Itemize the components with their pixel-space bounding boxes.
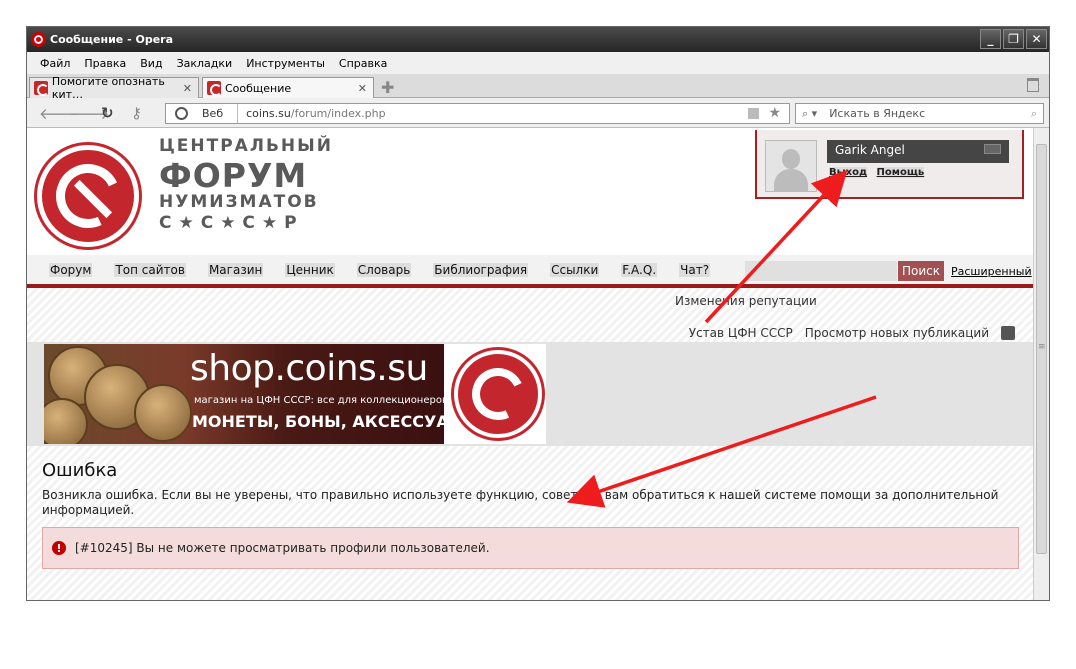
banner-headline: МОНЕТЫ, БОНЫ, АКСЕССУАРЫ (192, 412, 478, 431)
key-icon[interactable]: ⚷ (131, 104, 142, 122)
menu-file[interactable]: Файл (33, 57, 77, 70)
menu-edit[interactable]: Правка (77, 57, 133, 70)
search-engine-icon[interactable]: ⌕ ▾ (802, 107, 817, 121)
user-panel: Garik Angel Выход Помощь (755, 130, 1024, 199)
tab-bar: Помогите опознать кит… ✕ Сообщение ✕ ✚ (27, 74, 1049, 101)
menu-view[interactable]: Вид (133, 57, 169, 70)
nav-chat[interactable]: Чат? (679, 262, 711, 277)
hammer-sickle-logo-icon[interactable] (37, 145, 139, 247)
site-search-button[interactable]: Поиск (898, 261, 944, 281)
nav-links[interactable]: Ссылки (550, 262, 600, 277)
window-title: Сообщение - Opera (50, 33, 174, 46)
username: Garik Angel (835, 143, 905, 157)
tab-message[interactable]: Сообщение ✕ (202, 77, 374, 98)
search-input[interactable]: ⌕ ▾ Искать в Яндекс ⌕ (795, 103, 1044, 124)
user-menu[interactable]: Garik Angel (827, 140, 1009, 163)
site-search-input[interactable] (745, 261, 897, 281)
address-url[interactable]: coins.su/forum/index.php (246, 107, 386, 120)
nav-bibliography[interactable]: Библиография (433, 262, 529, 277)
logout-link[interactable]: Выход (829, 167, 868, 178)
site-nav: Форум Топ сайтов Магазин Ценник Словарь … (27, 255, 1035, 288)
nav-forum[interactable]: Форум (49, 262, 93, 277)
scrollbar[interactable]: ≡ (1033, 128, 1049, 600)
new-posts-link[interactable]: Просмотр новых публикаций (805, 326, 989, 340)
url-host: coins.su (246, 107, 291, 120)
top-links: Устав ЦФН СССР Просмотр новых публикаций (689, 326, 1015, 340)
nav-dictionary[interactable]: Словарь (356, 262, 412, 277)
search-placeholder: Искать в Яндекс (829, 107, 926, 120)
charter-link[interactable]: Устав ЦФН СССР (689, 326, 793, 340)
brand-line3: НУМИЗМАТОВ (159, 192, 319, 212)
tab-coins-question[interactable]: Помогите опознать кит… ✕ (29, 75, 199, 101)
help-link[interactable]: Помощь (876, 167, 925, 178)
search-icon[interactable]: ⌕ (1031, 107, 1037, 121)
rss-icon[interactable] (1001, 326, 1015, 340)
nav-faq[interactable]: F.A.Q. (621, 262, 658, 277)
new-tab-icon[interactable]: ✚ (381, 78, 394, 97)
menu-bookmarks[interactable]: Закладки (170, 57, 240, 70)
error-message-box: ! [#10245] Вы не можете просматривать пр… (42, 527, 1019, 569)
tab-close-icon[interactable]: ✕ (183, 82, 192, 95)
minimize-button[interactable]: _ (980, 29, 1001, 49)
nav-shop[interactable]: Магазин (207, 262, 264, 277)
error-icon: ! (52, 541, 66, 555)
menu-bar: Файл Правка Вид Закладки Инструменты Спр… (27, 52, 1049, 74)
avatar[interactable] (765, 140, 817, 192)
brand-line1: ЦЕНТРАЛЬНЫЙ (159, 136, 333, 156)
address-bar[interactable]: Веб coins.su/forum/index.php ★ (165, 103, 790, 124)
title-bar: Сообщение - Opera _ ❐ ✕ (27, 27, 1049, 52)
opera-icon (31, 32, 46, 47)
banner-logo-icon (454, 350, 542, 438)
address-mode: Веб (202, 107, 224, 120)
page-viewport: ЦЕНТРАЛЬНЫЙ ФОРУМ НУМИЗМАТОВ С★С★С★Р Gar… (27, 128, 1035, 600)
address-separator (237, 104, 239, 123)
nav-prices[interactable]: Ценник (285, 262, 335, 277)
menu-help[interactable]: Справка (332, 57, 394, 70)
scrollbar-grip: ≡ (1038, 342, 1046, 352)
reputation-changes-link[interactable]: Изменения репутации (675, 294, 817, 308)
navigation-bar: 🡐 🡒 ↻ ⚷ Веб coins.su/forum/index.php ★ ⌕… (27, 98, 1049, 128)
url-path: /forum/index.php (290, 107, 386, 120)
globe-icon (175, 107, 188, 120)
feed-icon[interactable] (748, 108, 759, 119)
error-message: [#10245] Вы не можете просматривать проф… (75, 541, 490, 555)
menu-tools[interactable]: Инструменты (239, 57, 332, 70)
main-content: Изменения репутации Устав ЦФН СССР Просм… (27, 288, 1035, 600)
error-title: Ошибка (42, 460, 118, 481)
star-icon[interactable]: ★ (768, 105, 781, 121)
banner-title: shop.coins.su (190, 348, 428, 389)
reload-icon[interactable]: ↻ (101, 104, 114, 122)
chevron-down-icon[interactable] (984, 144, 1001, 154)
forum-brand[interactable]: ЦЕНТРАЛЬНЫЙ ФОРУМ НУМИЗМАТОВ С★С★С★Р (159, 138, 333, 232)
shop-banner[interactable]: shop.coins.su магазин на ЦФН СССР: все д… (44, 344, 546, 444)
brand-line2: ФОРУМ (159, 156, 308, 195)
tab-close-icon[interactable]: ✕ (358, 82, 367, 95)
trash-icon[interactable] (1027, 78, 1039, 92)
site-header: ЦЕНТРАЛЬНЫЙ ФОРУМ НУМИЗМАТОВ С★С★С★Р Gar… (27, 128, 1035, 255)
tab-label: Сообщение (225, 81, 292, 95)
error-description: Возникла ошибка. Если вы не уверены, что… (42, 488, 999, 517)
banner-subtitle: магазин на ЦФН СССР: все для коллекционе… (194, 395, 448, 406)
advanced-search-link[interactable]: Расширенный (951, 265, 1032, 278)
maximize-button[interactable]: ❐ (1003, 29, 1024, 49)
site-favicon-icon (34, 81, 49, 96)
banner-area: shop.coins.su магазин на ЦФН СССР: все д… (27, 342, 1035, 446)
site-favicon-icon (207, 81, 222, 96)
browser-window: Сообщение - Opera _ ❐ ✕ Файл Правка Вид … (26, 26, 1050, 601)
brand-line4: С★С★С★Р (159, 213, 304, 233)
close-button[interactable]: ✕ (1026, 29, 1047, 49)
nav-top-sites[interactable]: Топ сайтов (114, 262, 186, 277)
